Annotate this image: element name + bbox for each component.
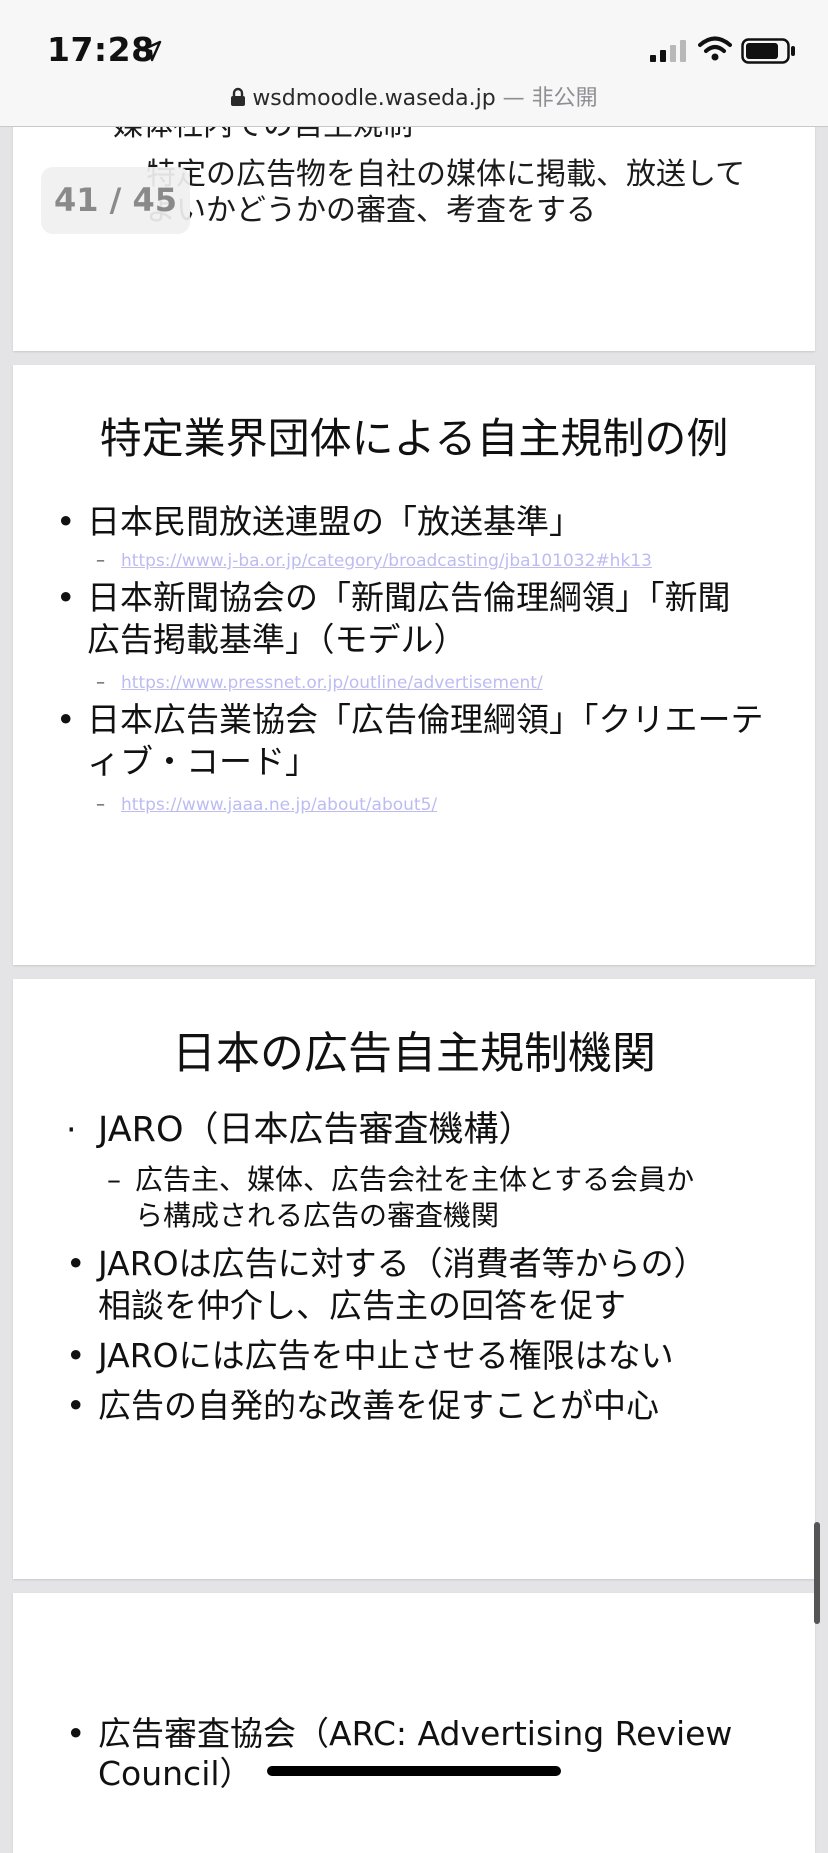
bullet-text: JAROは広告に対する（消費者等からの） <box>98 1244 707 1283</box>
bullet-text: 日本広告業協会「広告倫理綱領」「クリエーテ <box>87 700 764 739</box>
bullet-text: 日本新聞協会の「新聞広告倫理綱領」「新聞 <box>87 578 731 617</box>
lock-icon <box>231 87 246 106</box>
bullet-text: 広告掲載基準」（モデル） <box>87 620 467 659</box>
bullet-text: JAROには広告を中止させる権限はない <box>98 1336 674 1375</box>
link-jba[interactable]: https://www.j-ba.or.jp/category/broadcas… <box>121 551 652 571</box>
bullet-text: ィブ・コード」 <box>87 742 318 781</box>
sub-dash: – <box>96 794 105 815</box>
bullet-dot: • <box>66 1386 86 1425</box>
page-counter: 41 / 45 <box>41 167 190 234</box>
cellular-signal-icon <box>650 40 686 62</box>
url-domain: wsdmoodle.waseda.jp <box>252 86 496 111</box>
home-indicator[interactable] <box>267 1766 561 1776</box>
slide-41: 特定業界団体による自主規制の例 • 日本民間放送連盟の「放送基準」 – http… <box>13 365 815 965</box>
prev-slide-text-line2: よいかどうかの審査、考査をする <box>146 193 596 228</box>
scroll-indicator[interactable] <box>814 1522 820 1624</box>
slide-title: 日本の広告自主規制機関 <box>172 1028 656 1079</box>
slide-42: 日本の広告自主規制機関 · JARO（日本広告審査機構） – 広告主、媒体、広告… <box>13 979 815 1579</box>
bullet-text: 広告の自発的な改善を促すことが中心 <box>98 1386 659 1425</box>
bullet-text: 広告審査協会（ARC: Advertising Review <box>98 1714 733 1753</box>
bullet-text: 相談を仲介し、広告主の回答を促す <box>98 1286 626 1325</box>
sub-dash: – <box>96 672 105 693</box>
bullet-dot: • <box>56 700 76 739</box>
link-jaaa[interactable]: https://www.jaaa.ne.jp/about/about5/ <box>121 795 437 815</box>
address-bar[interactable]: wsdmoodle.waseda.jp — 非公開 <box>0 80 828 112</box>
slide-43: • 広告審査協会（ARC: Advertising Review Council… <box>13 1593 815 1853</box>
bullet-dot: • <box>56 578 76 617</box>
status-time: 17:28 <box>47 30 155 69</box>
bullet-text: Council） <box>98 1754 253 1793</box>
bullet-dot: • <box>66 1244 86 1283</box>
slide-title: 特定業界団体による自主規制の例 <box>99 414 729 463</box>
bullet-text: 日本民間放送連盟の「放送基準」 <box>87 502 582 541</box>
battery-icon <box>741 38 795 64</box>
link-pressnet[interactable]: https://www.pressnet.or.jp/outline/adver… <box>121 673 543 693</box>
bullet-dot: · <box>66 1110 77 1149</box>
url-privacy-note: — 非公開 <box>495 86 598 111</box>
bullet-text: JARO（日本広告審査機構） <box>98 1110 534 1150</box>
browser-top-bar: 17:28 wsdmoodle.waseda.jp — 非公開 <box>0 0 828 127</box>
sub-text: ら構成される広告の審査機関 <box>135 1199 500 1232</box>
sub-dash: – <box>96 550 105 571</box>
bullet-dot: • <box>56 502 76 541</box>
bullet-dot: • <box>66 1714 86 1753</box>
sub-dash: – <box>107 1163 121 1196</box>
bullet-dot: • <box>66 1336 86 1375</box>
wifi-icon <box>698 36 732 61</box>
sub-text: 広告主、媒体、広告会社を主体とする会員か <box>135 1163 695 1196</box>
location-arrow-icon <box>140 40 162 62</box>
